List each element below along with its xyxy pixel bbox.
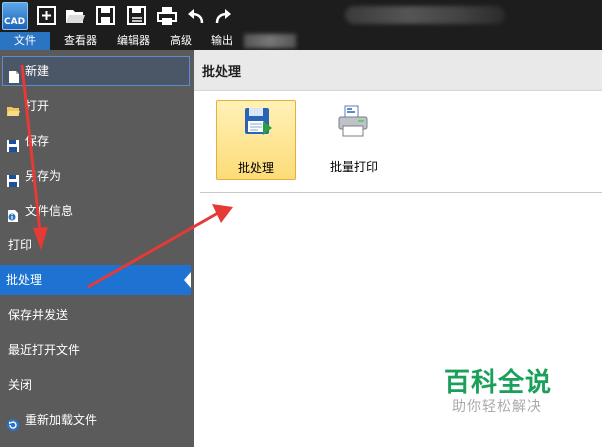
file-info-icon <box>6 204 20 222</box>
sidebar-item-label: 文件信息 <box>25 204 74 218</box>
menu-output[interactable]: 输出 <box>211 32 233 50</box>
file-sidebar: 新建 打开 保存 另存为 文件信息 打印 批处理 保存并发送 最近打开文件 关闭 <box>0 50 194 447</box>
menu-editor[interactable]: 编辑器 <box>117 32 150 50</box>
sidebar-item-label: 保存 <box>25 134 50 148</box>
sidebar-item-batch-process[interactable]: 批处理 <box>0 265 191 295</box>
sidebar-item-label: 另存为 <box>25 169 62 183</box>
new-file-icon[interactable] <box>36 5 58 27</box>
batch-process-icon <box>239 105 275 141</box>
panel-title: 批处理 <box>202 65 242 80</box>
redo-icon[interactable] <box>212 5 234 27</box>
save-as-icon[interactable] <box>126 5 148 27</box>
sidebar-item-reload[interactable]: 重新加载文件 <box>2 405 190 435</box>
watermark-title: 百科全说 <box>444 368 553 398</box>
blurred-menu-item <box>244 34 296 48</box>
save-as-icon <box>6 169 20 187</box>
menu-viewer[interactable]: 查看器 <box>64 32 97 50</box>
menu-bar: 文件 查看器 编辑器 高级 输出 <box>0 32 602 50</box>
undo-icon[interactable] <box>185 5 207 27</box>
panel-header: 批处理 <box>194 50 602 91</box>
sidebar-item-label: 重新加载文件 <box>25 413 98 427</box>
sidebar-item-close[interactable]: 关闭 <box>2 370 190 400</box>
open-folder-icon <box>6 99 20 116</box>
watermark-subtitle: 助你轻松解决 <box>452 399 542 415</box>
app-logo-text: CAD <box>4 17 26 27</box>
open-folder-icon[interactable] <box>64 5 86 27</box>
sidebar-item-label: 新建 <box>25 64 50 78</box>
batch-print-label: 批量打印 <box>329 160 378 174</box>
sidebar-item-label: 打印 <box>8 238 33 252</box>
sidebar-item-recent-files[interactable]: 最近打开文件 <box>2 335 190 365</box>
save-icon <box>6 134 20 152</box>
sidebar-item-file-info[interactable]: 文件信息 <box>2 196 190 226</box>
blurred-title <box>345 6 505 24</box>
sidebar-item-label: 打开 <box>25 99 50 113</box>
new-document-icon <box>7 65 21 83</box>
batch-print-button[interactable]: 批量打印 <box>314 100 394 180</box>
reload-icon <box>6 413 20 431</box>
sidebar-item-open[interactable]: 打开 <box>2 91 190 121</box>
watermark: 百科全说 助你轻松解决 <box>418 360 598 420</box>
sidebar-item-save-and-send[interactable]: 保存并发送 <box>2 300 190 330</box>
sidebar-item-label: 关闭 <box>8 378 33 392</box>
batch-process-label: 批处理 <box>237 161 274 175</box>
sidebar-item-label: 批处理 <box>6 273 43 287</box>
panel-divider <box>200 192 602 193</box>
batch-print-icon <box>336 104 372 140</box>
sidebar-item-new[interactable]: 新建 <box>2 56 190 86</box>
title-toolbar: CAD <box>0 0 602 32</box>
sidebar-item-save-as[interactable]: 另存为 <box>2 161 190 191</box>
sidebar-item-label: 最近打开文件 <box>8 343 81 357</box>
app-logo[interactable]: CAD <box>2 2 28 30</box>
batch-process-button[interactable]: 批处理 <box>216 100 296 180</box>
sidebar-item-label: 保存并发送 <box>8 308 69 322</box>
menu-file[interactable]: 文件 <box>0 32 50 50</box>
sidebar-item-save[interactable]: 保存 <box>2 126 190 156</box>
menu-advanced[interactable]: 高级 <box>170 32 192 50</box>
sidebar-item-print[interactable]: 打印 <box>2 230 190 260</box>
save-icon[interactable] <box>95 5 117 27</box>
print-icon[interactable] <box>156 5 178 27</box>
